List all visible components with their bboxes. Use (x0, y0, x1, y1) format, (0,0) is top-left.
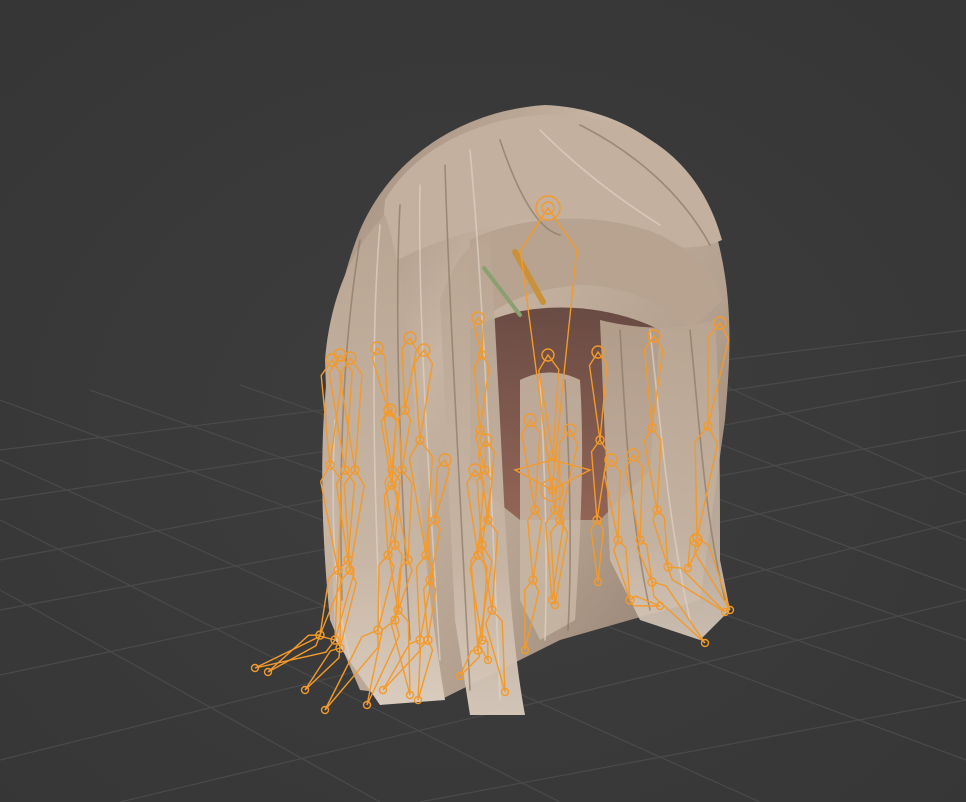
hair-strands-front (520, 372, 583, 640)
3d-viewport[interactable] (0, 0, 966, 802)
viewport-canvas[interactable] (0, 0, 966, 802)
